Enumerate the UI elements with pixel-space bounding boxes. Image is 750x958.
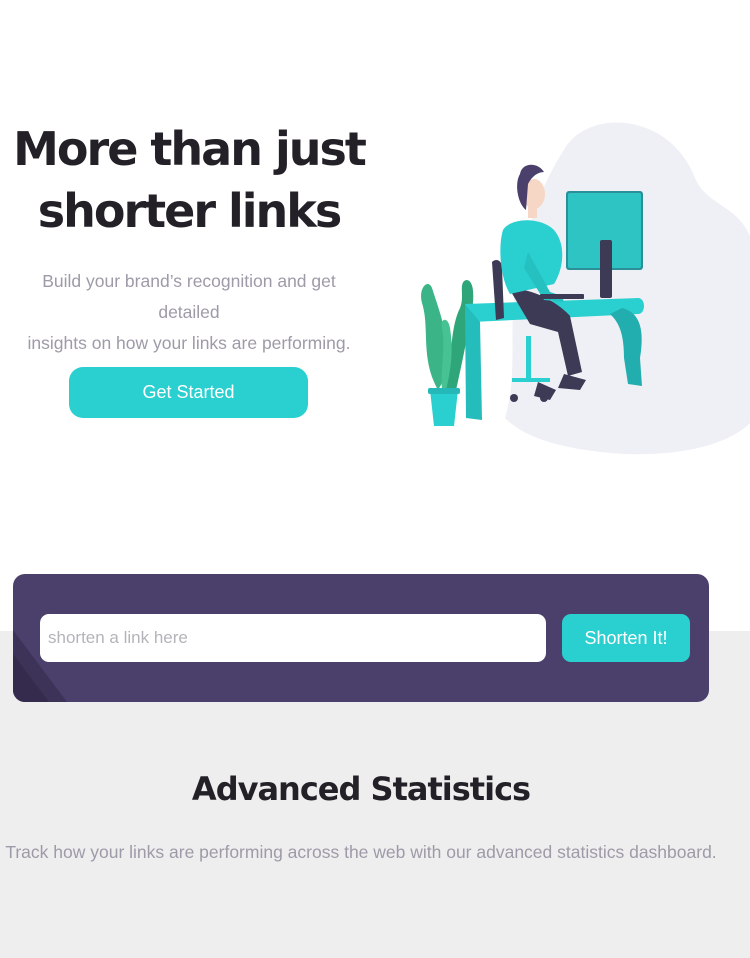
keyboard: [540, 294, 584, 299]
shorten-form: Shorten It!: [13, 574, 709, 702]
hero-title-line-1: More than just: [13, 122, 367, 176]
shorten-it-button[interactable]: Shorten It!: [562, 614, 690, 662]
chair-wheel-left: [510, 394, 518, 402]
person-neck: [528, 206, 537, 218]
hero-title-line-2: shorter links: [37, 184, 343, 238]
get-started-button[interactable]: Get Started: [69, 367, 308, 418]
hero-subtitle-line-1: Build your brand’s recognition and get d…: [42, 271, 336, 322]
hero-subtitle: Build your brand’s recognition and get d…: [14, 266, 364, 359]
plant-pot-rim: [428, 388, 460, 394]
person-torso: [500, 220, 563, 294]
monitor-stand: [600, 240, 612, 298]
statistics-subtitle: Track how your links are performing acro…: [5, 842, 717, 862]
plant-pot: [430, 390, 458, 426]
hero-title: More than just shorter links: [0, 118, 378, 242]
statistics-title: Advanced Statistics: [191, 770, 531, 808]
chair-post: [526, 336, 531, 378]
person-working-illustration: [421, 122, 750, 455]
hero-subtitle-line-2: insights on how your links are performin…: [27, 333, 351, 353]
desk-leg-left: [465, 304, 482, 420]
shorten-link-input[interactable]: [40, 614, 546, 662]
page: More than just shorter links Build your …: [0, 0, 750, 958]
